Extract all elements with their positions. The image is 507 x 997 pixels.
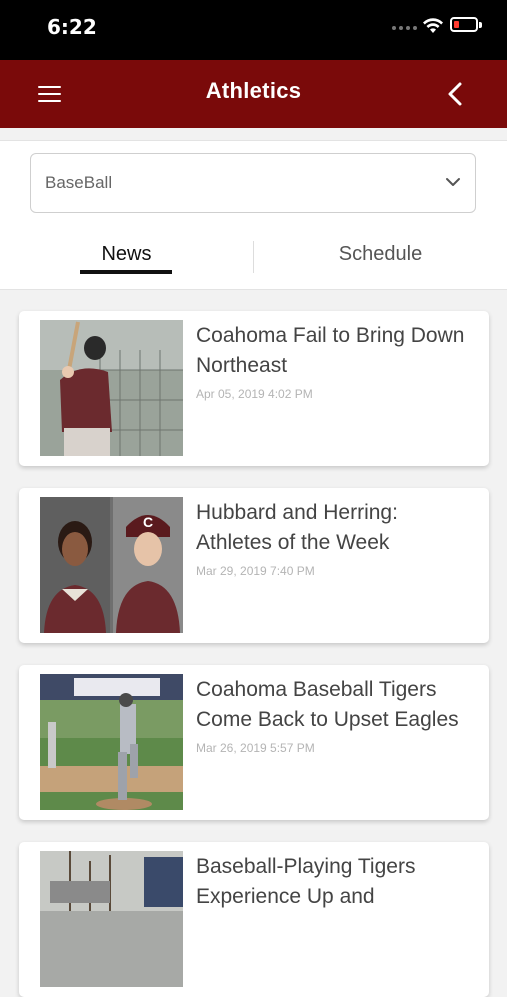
cellular-signal-icon [392,26,418,32]
wifi-icon [423,18,443,33]
news-title: Hubbard and Herring: Athletes of the Wee… [196,498,476,578]
svg-text:C: C [143,514,153,530]
status-time: 6:22 [47,15,97,39]
news-title-text: Coahoma Fail to Bring Down Northeast [196,324,465,377]
tab-bar: News Schedule [0,225,507,290]
news-title: Baseball-Playing Tigers Experience Up an… [196,852,476,912]
news-thumbnail [40,851,183,987]
news-title: Coahoma Baseball Tigers Come Back to Ups… [196,675,476,755]
news-card[interactable]: Coahoma Fail to Bring Down Northeast Apr… [19,311,489,466]
news-list: Coahoma Fail to Bring Down Northeast Apr… [0,290,507,997]
tab-schedule-label: Schedule [338,243,423,265]
news-title-text: Coahoma Baseball Tigers Come Back to Ups… [196,678,459,731]
sport-select[interactable]: BaseBall [30,153,476,213]
news-card[interactable]: Baseball-Playing Tigers Experience Up an… [19,842,489,997]
page-title: Athletics [205,78,302,103]
battery-icon [450,17,478,32]
news-date: Apr 05, 2019 4:02 PM [196,387,313,401]
news-card[interactable]: Coahoma Baseball Tigers Come Back to Ups… [19,665,489,820]
news-thumbnail [40,320,183,456]
battery-tip [479,22,482,28]
news-title: Coahoma Fail to Bring Down Northeast Apr… [196,321,476,401]
news-card[interactable]: C Hubbard and Herring: Athletes of the W… [19,488,489,643]
active-tab-indicator [80,270,172,274]
tab-news-label: News [101,243,152,265]
filter-panel: BaseBall [0,140,507,226]
chevron-down-icon [446,178,460,186]
chevron-left-icon [448,82,462,106]
status-bar: 6:22 [0,0,507,60]
app-header: Athletics [0,60,507,128]
tab-schedule[interactable]: Schedule [254,225,507,289]
news-date: Mar 29, 2019 7:40 PM [196,564,315,578]
news-thumbnail: C [40,497,183,633]
news-date: Mar 26, 2019 5:57 PM [196,741,315,755]
sport-select-value: BaseBall [45,173,113,192]
news-thumbnail [40,674,183,810]
news-title-text: Baseball-Playing Tigers Experience Up an… [196,855,416,908]
news-title-text: Hubbard and Herring: Athletes of the Wee… [196,501,398,554]
tab-news[interactable]: News [0,225,253,289]
back-button[interactable] [443,80,469,108]
